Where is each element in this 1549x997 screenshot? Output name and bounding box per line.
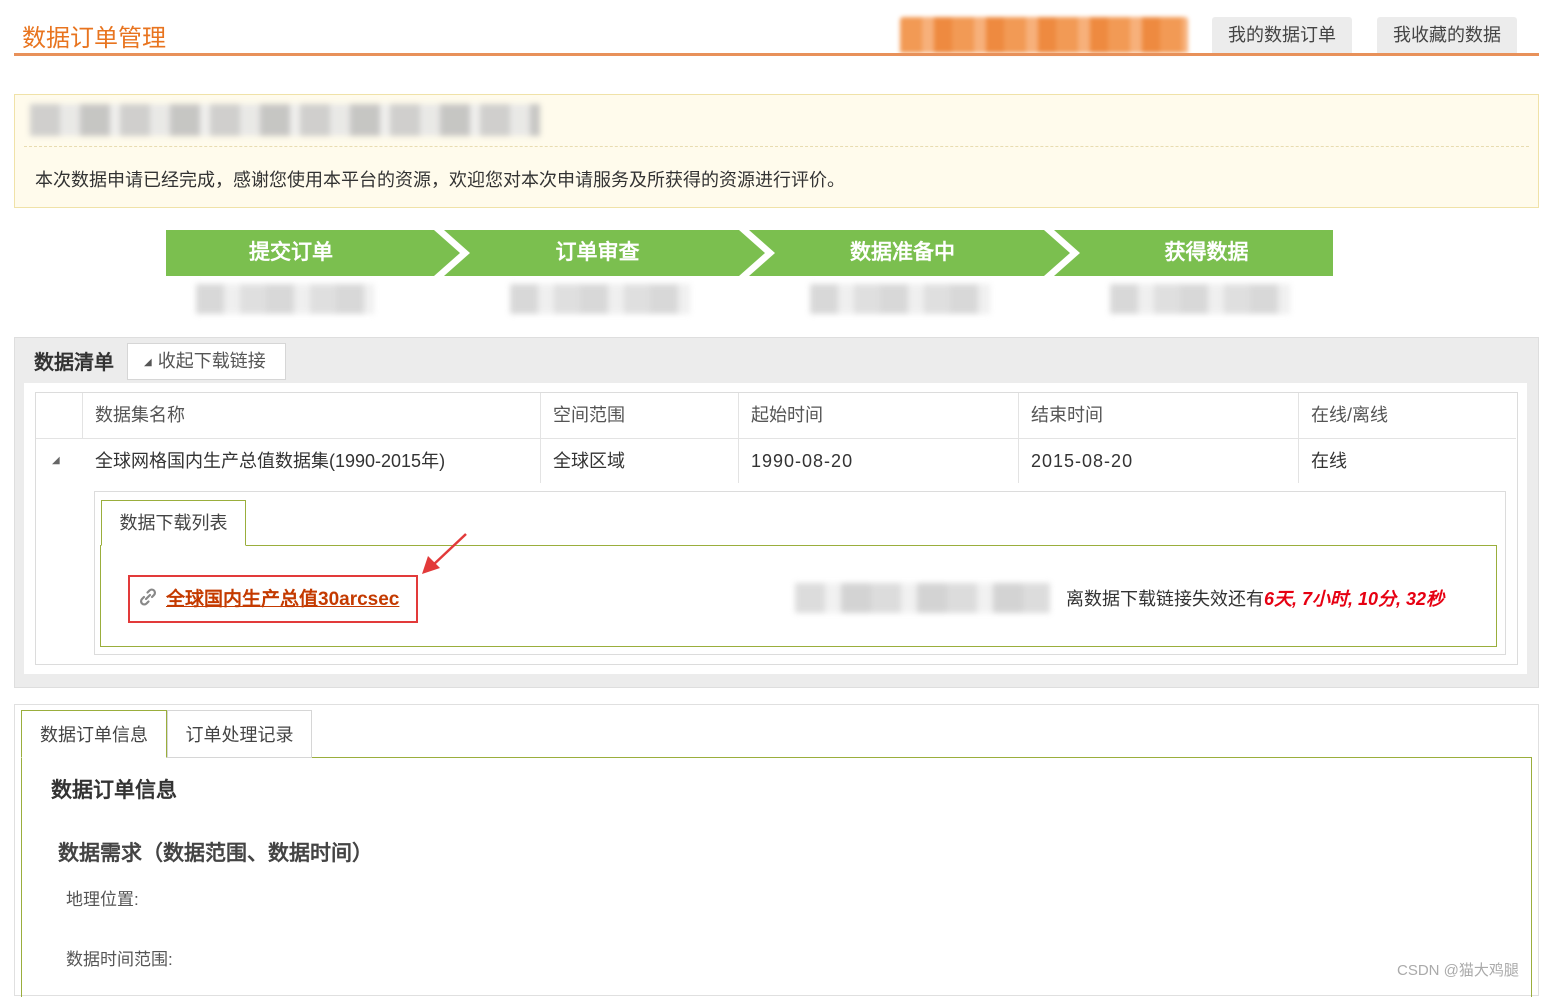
redacted-notice-title (30, 104, 540, 136)
collapse-links-button[interactable]: ◢ 收起下载链接 (127, 343, 286, 380)
row-spatial: 全球区域 (541, 439, 739, 483)
location-label: 地理位置: (66, 890, 139, 909)
step-submit-order: 提交订单 (249, 241, 333, 264)
time-range-label: 数据时间范围: (66, 950, 173, 969)
watermark: CSDN @猫大鸡腿 (1397, 962, 1519, 979)
step-data-preparing: 数据准备中 (850, 241, 955, 264)
row-dataset-name: 全球网格国内生产总值数据集(1990-2015年) (83, 439, 541, 483)
row-status: 在线 (1311, 451, 1347, 471)
notice-divider (24, 146, 1529, 147)
table-header-spatial: 空间范围 (541, 393, 739, 438)
order-tab-body (21, 757, 1532, 997)
triangle-icon: ◢ (144, 356, 152, 368)
expire-prefix: 离数据下载链接失效还有 (1066, 589, 1264, 609)
collapse-links-label: 收起下载链接 (157, 351, 266, 371)
download-link[interactable]: 全球国内生产总值30arcsec (166, 584, 399, 611)
row-expand-icon[interactable]: ◢ (52, 455, 60, 466)
step-data-obtained: 获得数据 (1164, 241, 1249, 264)
redacted-step-date-1 (196, 284, 374, 314)
table-header-start: 起始时间 (739, 393, 1019, 438)
data-list-title: 数据清单 (34, 352, 114, 374)
redacted-download-info (795, 583, 1050, 613)
table-header-status: 在线/离线 (1311, 405, 1389, 425)
notice-message: 本次数据申请已经完成，感谢您使用本平台的资源，欢迎您对本次申请服务及所获得的资源… (35, 170, 845, 190)
table-header-end: 结束时间 (1019, 393, 1299, 438)
page-title: 数据订单管理 (22, 25, 166, 52)
expire-notice: 离数据下载链接失效还有6天, 7小时, 10分, 32秒 (1066, 585, 1444, 611)
redacted-step-date-3 (810, 284, 990, 314)
table-header-name: 数据集名称 (83, 393, 541, 438)
row-end-date: 2015-08-20 (1019, 439, 1299, 483)
redacted-tab[interactable] (900, 17, 1188, 53)
tab-order-info[interactable]: 数据订单信息 (21, 710, 167, 758)
expire-countdown: 6天, 7小时, 10分, 32秒 (1264, 589, 1445, 609)
tab-download-list[interactable]: 数据下载列表 (101, 500, 246, 546)
tab-my-data-orders[interactable]: 我的数据订单 (1212, 17, 1352, 53)
requirement-title: 数据需求（数据范围、数据时间） (58, 842, 373, 865)
redacted-step-date-4 (1110, 284, 1290, 314)
tab-order-history[interactable]: 订单处理记录 (167, 710, 312, 758)
tab-my-favorites[interactable]: 我收藏的数据 (1377, 17, 1517, 53)
link-icon (139, 588, 157, 606)
row-start-date: 1990-08-20 (739, 439, 1019, 483)
table-header-expand (36, 393, 83, 438)
header-divider (14, 53, 1539, 56)
annotation-arrow (422, 533, 467, 574)
step-order-review: 订单审查 (555, 241, 640, 264)
order-info-title: 数据订单信息 (51, 779, 177, 802)
redacted-step-date-2 (510, 284, 690, 314)
